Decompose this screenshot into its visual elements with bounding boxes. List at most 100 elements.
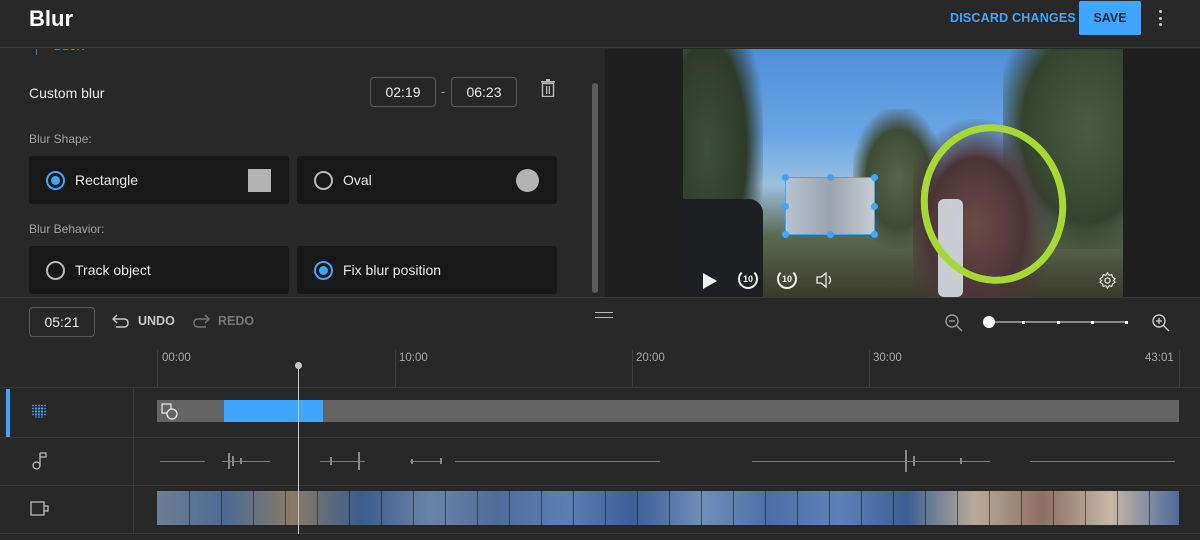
waveform-peak	[411, 458, 413, 464]
blur-region[interactable]	[782, 174, 878, 238]
track-divider	[0, 437, 1200, 438]
track-divider	[0, 533, 1200, 534]
rewind-10-icon[interactable]: 10	[738, 269, 758, 289]
range-separator: -	[441, 84, 446, 99]
waveform-peak	[232, 456, 234, 466]
zoom-slider-thumb[interactable]	[983, 316, 995, 328]
film-frame-divider	[957, 491, 958, 525]
playhead[interactable]	[298, 366, 299, 534]
breadcrumb[interactable]: BLUR	[54, 49, 85, 53]
film-frame-divider	[925, 491, 926, 525]
resize-handle[interactable]	[782, 231, 789, 238]
video-preview[interactable]: 10 10	[683, 49, 1123, 297]
film-frame-divider	[317, 491, 318, 525]
custom-blur-label: Custom blur	[29, 85, 105, 101]
zoom-step	[1022, 320, 1025, 324]
ruler-label: 10:00	[399, 352, 428, 364]
waveform-segment	[1030, 461, 1175, 462]
resize-handle[interactable]	[827, 174, 834, 181]
video-filmstrip[interactable]	[157, 491, 1179, 525]
radio-selected[interactable]	[314, 260, 333, 280]
behavior-option-fix-position[interactable]: Fix blur position	[297, 246, 557, 294]
film-frame-divider	[605, 491, 606, 525]
ruler-label: 30:00	[873, 352, 902, 364]
shape-option-rectangle[interactable]: Rectangle	[29, 156, 289, 204]
resize-handle[interactable]	[871, 203, 878, 210]
zoom-out-icon[interactable]	[944, 313, 964, 333]
blur-end-time-input[interactable]: 06:23	[451, 77, 517, 107]
behavior-option-track-object[interactable]: Track object	[29, 246, 289, 294]
radio-unselected[interactable]	[314, 170, 333, 190]
playhead-handle[interactable]	[295, 362, 302, 369]
film-frame-divider	[381, 491, 382, 525]
play-icon[interactable]	[703, 273, 717, 289]
divider	[0, 297, 1200, 298]
save-button[interactable]: SAVE	[1079, 1, 1141, 35]
forward-10-icon[interactable]: 10	[777, 269, 797, 289]
video-camera-icon[interactable]	[30, 501, 50, 516]
film-frame-divider	[477, 491, 478, 525]
resize-handle[interactable]	[871, 231, 878, 238]
volume-icon[interactable]	[816, 271, 836, 289]
shape-blur-icon	[161, 403, 178, 420]
film-frame-divider	[637, 491, 638, 525]
redo-label: REDO	[218, 314, 255, 328]
forward-10-label: 10	[781, 274, 792, 284]
blur-icon[interactable]	[31, 404, 47, 418]
redo-button[interactable]: REDO	[192, 314, 254, 328]
current-time-input[interactable]: 05:21	[29, 307, 95, 337]
shape-option-oval[interactable]: Oval	[297, 156, 557, 204]
film-frame-divider	[1085, 491, 1086, 525]
ruler-tick	[1179, 350, 1180, 387]
ruler-tick	[395, 350, 396, 387]
music-note-icon[interactable]	[32, 452, 48, 470]
ruler-tick	[632, 350, 633, 387]
zoom-step	[1091, 320, 1094, 324]
blur-segment[interactable]	[224, 400, 323, 422]
more-vert-icon[interactable]	[1153, 8, 1167, 28]
waveform-peak	[330, 457, 332, 465]
waveform-peak	[440, 458, 442, 464]
resize-handle[interactable]	[871, 174, 878, 181]
film-frame-divider	[765, 491, 766, 525]
resize-handle[interactable]	[782, 203, 789, 210]
waveform-peak	[905, 450, 907, 472]
undo-button[interactable]: UNDO	[112, 314, 175, 328]
radio-selected[interactable]	[46, 170, 65, 190]
settings-icon[interactable]	[1099, 272, 1116, 289]
zoom-step	[1057, 320, 1060, 324]
ruler-tick	[869, 350, 870, 387]
film-frame-divider	[189, 491, 190, 525]
blur-behavior-label: Blur Behavior:	[29, 222, 105, 236]
waveform-peak	[240, 458, 242, 464]
zoom-in-icon[interactable]	[1151, 313, 1171, 333]
film-frame-divider	[413, 491, 414, 525]
panel-scrollbar[interactable]	[592, 83, 598, 293]
waveform-segment	[752, 461, 990, 462]
film-frame-divider	[989, 491, 990, 525]
zoom-slider-track[interactable]	[988, 320, 1128, 324]
blur-settings-panel: BLUR Custom blur 02:19 - 06:23 Blur Shap…	[0, 49, 604, 297]
discard-changes-button[interactable]: DISCARD CHANGES	[950, 11, 1076, 25]
resize-grip-icon[interactable]	[595, 312, 613, 318]
undo-icon	[112, 314, 129, 328]
film-frame-divider	[445, 491, 446, 525]
radio-unselected[interactable]	[46, 260, 65, 280]
film-frame-divider	[221, 491, 222, 525]
trash-icon[interactable]	[541, 79, 555, 97]
waveform-peak	[358, 452, 360, 470]
film-frame-divider	[541, 491, 542, 525]
film-frame-divider	[1021, 491, 1022, 525]
page-title: Blur	[29, 6, 73, 31]
film-frame-divider	[829, 491, 830, 525]
film-frame-divider	[509, 491, 510, 525]
behavior-option-label: Fix blur position	[343, 262, 442, 278]
ruler-label: 00:00	[162, 352, 191, 364]
blur-start-time-input[interactable]: 02:19	[370, 77, 436, 107]
undo-label: UNDO	[138, 314, 175, 328]
resize-handle[interactable]	[827, 231, 834, 238]
behavior-option-label: Track object	[75, 262, 151, 278]
film-frame-divider	[349, 491, 350, 525]
film-frame-divider	[253, 491, 254, 525]
resize-handle[interactable]	[782, 174, 789, 181]
